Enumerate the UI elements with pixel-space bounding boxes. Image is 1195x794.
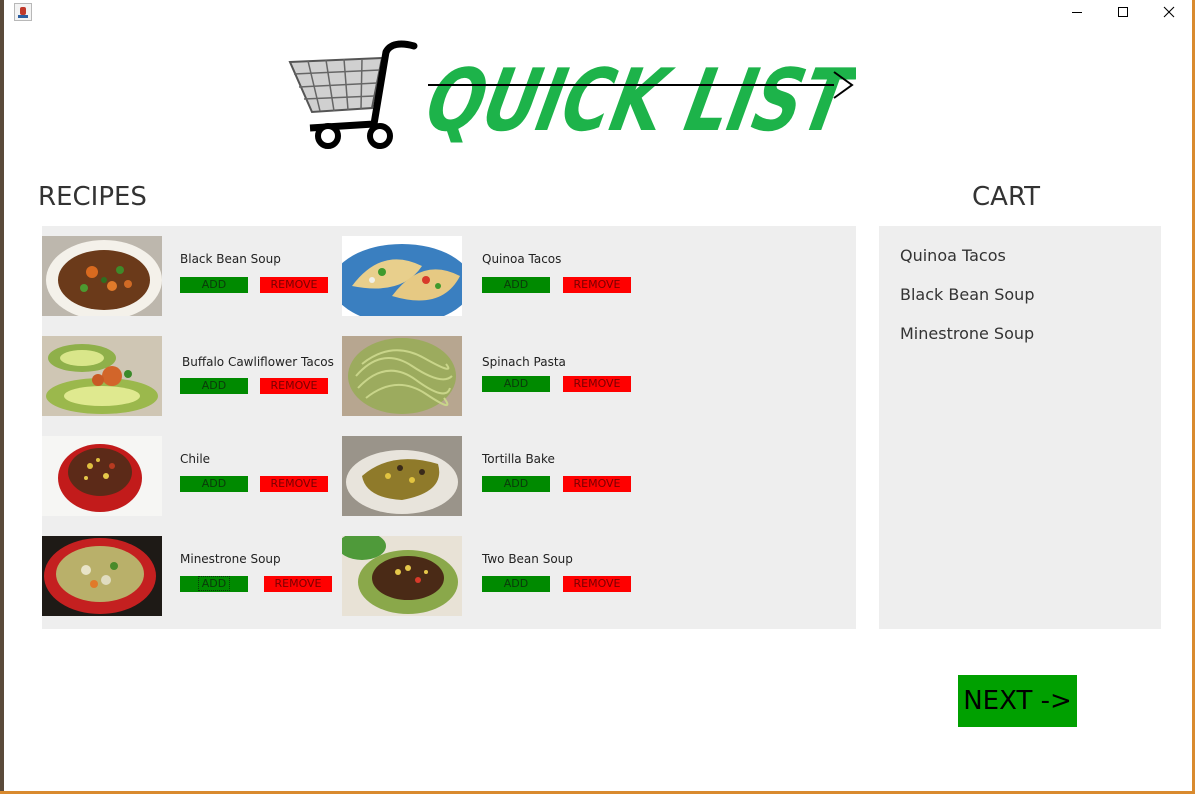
cart-item: Quinoa Tacos bbox=[900, 246, 1006, 265]
maximize-button[interactable] bbox=[1100, 0, 1146, 24]
two-bean-soup-image bbox=[342, 536, 462, 616]
maximize-icon bbox=[1118, 7, 1128, 17]
cart-panel: Quinoa Tacos Black Bean Soup Minestrone … bbox=[879, 226, 1161, 629]
recipe-name: Quinoa Tacos bbox=[482, 252, 562, 266]
remove-button[interactable]: REMOVE bbox=[260, 277, 328, 293]
remove-button[interactable]: REMOVE bbox=[260, 378, 328, 394]
next-button[interactable]: NEXT -> bbox=[958, 675, 1077, 727]
cart-item: Minestrone Soup bbox=[900, 324, 1035, 343]
close-button[interactable] bbox=[1146, 0, 1192, 24]
tortilla-bake-image bbox=[342, 436, 462, 516]
add-button-label: ADD bbox=[197, 576, 231, 591]
add-button[interactable]: ADD bbox=[482, 277, 550, 293]
add-button[interactable]: ADD bbox=[482, 476, 550, 492]
add-button[interactable]: ADD bbox=[180, 277, 248, 293]
add-button[interactable]: ADD bbox=[180, 576, 248, 592]
recipe-name: Chile bbox=[180, 452, 211, 466]
recipe-name: Two Bean Soup bbox=[482, 552, 573, 566]
recipe-name: Tortilla Bake bbox=[482, 452, 555, 466]
remove-button[interactable]: REMOVE bbox=[563, 277, 631, 293]
cart-title: CART bbox=[972, 182, 1040, 212]
recipes-title: RECIPES bbox=[38, 182, 147, 212]
recipes-panel: Black Bean Soup ADD REMOVE Quinoa Tacos … bbox=[42, 226, 856, 629]
logo-text: QUICK LIST bbox=[418, 50, 856, 151]
add-button[interactable]: ADD bbox=[180, 476, 248, 492]
shopping-cart-icon bbox=[288, 40, 418, 149]
quick-list-logo: QUICK LIST bbox=[288, 40, 856, 151]
minimize-icon bbox=[1072, 12, 1082, 13]
recipe-name: Spinach Pasta bbox=[482, 355, 566, 369]
add-button[interactable]: ADD bbox=[482, 376, 550, 392]
black-bean-soup-image bbox=[42, 236, 162, 316]
spinach-pasta-image bbox=[342, 336, 462, 416]
minestrone-soup-image bbox=[42, 536, 162, 616]
chile-image bbox=[42, 436, 162, 516]
minimize-button[interactable] bbox=[1054, 0, 1100, 24]
remove-button[interactable]: REMOVE bbox=[260, 476, 328, 492]
java-app-icon[interactable] bbox=[14, 3, 32, 21]
add-button[interactable]: ADD bbox=[180, 378, 248, 394]
remove-button[interactable]: REMOVE bbox=[264, 576, 332, 592]
quinoa-tacos-image bbox=[342, 236, 462, 316]
recipe-name: Black Bean Soup bbox=[180, 252, 281, 266]
add-button[interactable]: ADD bbox=[482, 576, 550, 592]
window-frame-left bbox=[0, 0, 4, 794]
title-bar bbox=[4, 0, 1192, 24]
recipe-name: Minestrone Soup bbox=[180, 552, 281, 566]
cart-item: Black Bean Soup bbox=[900, 285, 1035, 304]
buffalo-cauliflower-tacos-image bbox=[42, 336, 162, 416]
close-icon bbox=[1163, 6, 1175, 18]
remove-button[interactable]: REMOVE bbox=[563, 476, 631, 492]
remove-button[interactable]: REMOVE bbox=[563, 376, 631, 392]
remove-button[interactable]: REMOVE bbox=[563, 576, 631, 592]
recipe-name: Buffalo Cawliflower Tacos bbox=[182, 355, 334, 369]
